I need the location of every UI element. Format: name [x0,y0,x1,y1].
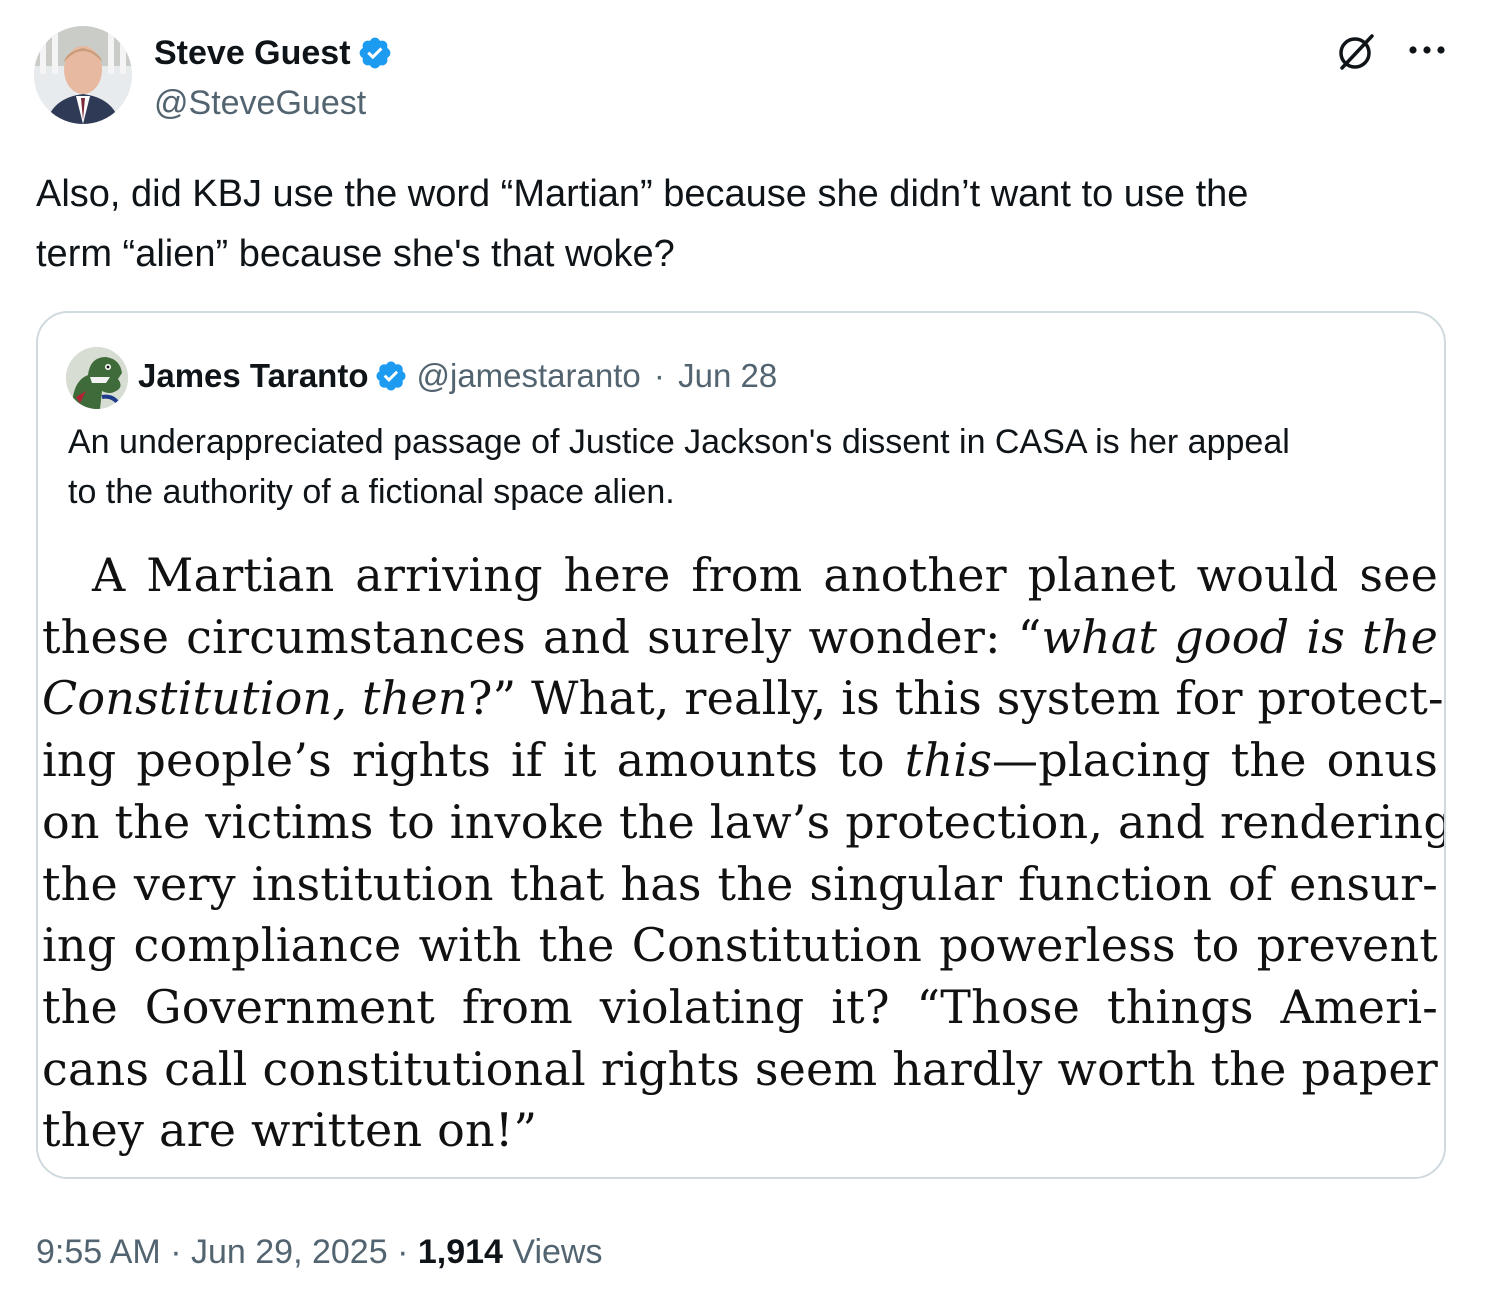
passage-fragment: —placing the onus [992,733,1438,788]
passage-line: these circumstances and surely wonder: “… [42,607,1438,669]
quoted-tweet-card[interactable]: James Taranto @jamestaranto · Jun 28 An u… [36,311,1446,1179]
verified-badge-icon [374,359,408,405]
passage-fragment: ing people’s rights if it amounts to [42,733,905,788]
passage-line: ing compliance with the Constitution pow… [42,918,1438,973]
author-name[interactable]: Steve Guest [154,30,393,83]
passage-line: the Government from violating it? “Those… [42,979,1438,1034]
passage-line: cans call constitutional rights seem har… [42,1041,1438,1096]
tweet-date[interactable]: Jun 29, 2025 [191,1233,388,1271]
more-horizontal-icon[interactable] [1404,30,1450,74]
views-count: 1,914 [417,1233,503,1271]
passage-fragment: these circumstances and surely wonder: “ [42,609,1042,664]
passage-italic: this [904,733,992,788]
quoted-text-line: to the authority of a fictional space al… [68,473,675,511]
passage-fragment: ?” What, really, is this system for prot… [467,671,1444,726]
quoted-text-line: An underappreciated passage of Justice J… [68,423,1290,461]
passage-italic: Constitution, then [42,671,468,726]
quoted-author-handle[interactable]: @jamestaranto [416,357,640,394]
grok-icon[interactable] [1334,30,1378,74]
quoted-tweet-date[interactable]: Jun 28 [678,357,777,394]
quoted-tweet-text: An underappreciated passage of Justice J… [68,417,1408,517]
separator-dot: · [653,357,665,394]
tweet-text-line: term “alien” because she's that woke? [36,233,675,275]
separator-dot: · [397,1233,409,1271]
author-avatar[interactable] [34,26,132,124]
quoted-tweet-image[interactable]: A Martian arriving here from another pla… [38,541,1444,1177]
passage-italic: what good is the [1041,609,1438,664]
verified-badge-icon [357,35,393,83]
passage-line: A Martian arriving here from another pla… [92,548,1438,602]
passage-line: they are written on!” [42,1103,538,1158]
author-handle[interactable]: @SteveGuest [154,80,366,126]
views-label: Views [512,1233,603,1271]
tweet-footer: 9:55 AM · Jun 29, 2025 · 1,914 Views [36,1228,602,1276]
tweet: Steve Guest @SteveGuest Also, did KBJ us… [0,0,1488,1313]
author-name-text[interactable]: Steve Guest [154,34,351,72]
passage-line: the very institution that has the singul… [42,856,1438,911]
dissent-passage-image-text: A Martian arriving here from another pla… [42,545,1444,1162]
quoted-author-name[interactable]: James Taranto [138,357,368,394]
passage-line: Constitution, then?” What, really, is th… [42,668,1444,730]
quoted-tweet-header: James Taranto @jamestaranto · Jun 28 [138,353,777,405]
passage-line: on the victims to invoke the law’s prote… [42,794,1444,849]
separator-dot: · [170,1233,182,1271]
tweet-text: Also, did KBJ use the word “Martian” bec… [36,164,1446,284]
quoted-author-avatar[interactable] [66,347,128,409]
passage-line: ing people’s rights if it amounts to thi… [42,730,1438,792]
tweet-text-line: Also, did KBJ use the word “Martian” bec… [36,173,1249,215]
tweet-time[interactable]: 9:55 AM [36,1233,161,1271]
